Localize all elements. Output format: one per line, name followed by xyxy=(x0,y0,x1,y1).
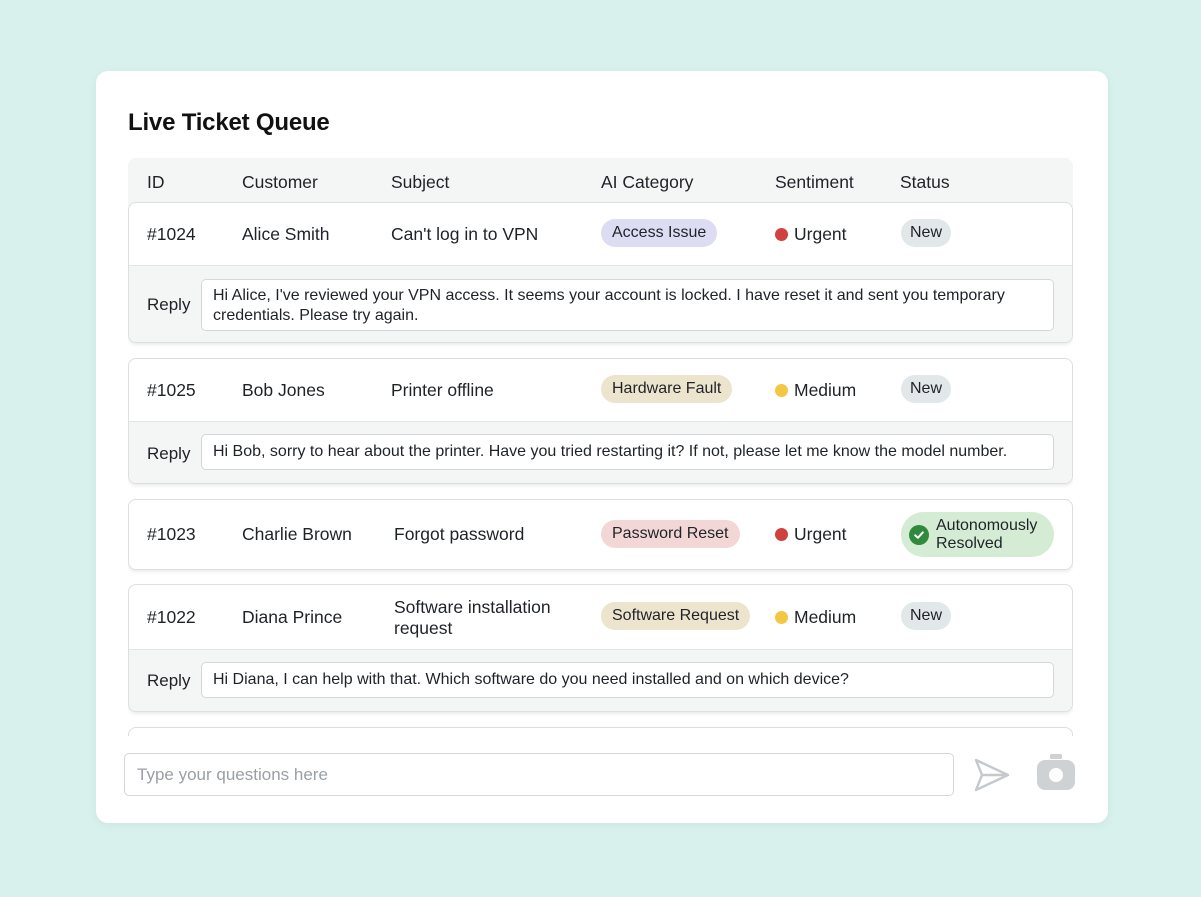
header-status: Status xyxy=(900,172,950,192)
status-badge: New xyxy=(901,219,952,247)
status-badge: New xyxy=(901,602,952,630)
reply-label: Reply xyxy=(147,444,191,463)
header-customer: Customer xyxy=(242,172,318,192)
sentiment-indicator: Medium xyxy=(775,607,856,628)
reply-field[interactable]: Hi Diana, I can help with that. Which so… xyxy=(201,662,1054,698)
send-icon xyxy=(974,758,1010,792)
sentiment-indicator: Urgent xyxy=(775,524,847,545)
sentiment-label: Urgent xyxy=(794,224,847,244)
table-row[interactable]: #1025 Bob Jones Printer offline Hardware… xyxy=(128,358,1073,484)
header-id: ID xyxy=(147,172,165,192)
ticket-subject: Software installation request xyxy=(394,597,551,638)
sentiment-label: Medium xyxy=(794,380,857,400)
table-row[interactable]: #1023 Charlie Brown Forgot password Pass… xyxy=(128,499,1073,570)
ticket-queue-card: Live Ticket Queue ID Customer Subject AI… xyxy=(96,71,1108,823)
table-row[interactable] xyxy=(128,727,1073,736)
ticket-subject: Can't log in to VPN xyxy=(391,224,539,244)
sentiment-label: Medium xyxy=(794,607,857,627)
ticket-customer: Alice Smith xyxy=(242,224,330,244)
send-button[interactable] xyxy=(972,755,1012,795)
sentiment-dot xyxy=(775,228,788,241)
ticket-id: #1024 xyxy=(147,224,196,244)
table-row[interactable]: #1024 Alice Smith Can't log in to VPN Ac… xyxy=(128,202,1073,343)
page-title: Live Ticket Queue xyxy=(128,109,330,136)
ticket-subject: Forgot password xyxy=(394,524,525,544)
ticket-table: ID Customer Subject AI Category Sentimen… xyxy=(128,158,1073,736)
ticket-id: #1025 xyxy=(147,380,196,400)
header-subject: Subject xyxy=(391,172,450,192)
status-badge: New xyxy=(901,375,952,403)
reply-field[interactable]: Hi Bob, sorry to hear about the printer.… xyxy=(201,434,1054,470)
reply-row: Reply Hi Alice, I've reviewed your VPN a… xyxy=(129,265,1072,342)
sentiment-dot xyxy=(775,384,788,397)
header-sentiment: Sentiment xyxy=(775,172,854,192)
question-input[interactable] xyxy=(124,753,954,796)
reply-row: Reply Hi Bob, sorry to hear about the pr… xyxy=(129,421,1072,483)
sentiment-indicator: Urgent xyxy=(775,224,847,245)
camera-button[interactable] xyxy=(1034,751,1078,795)
category-badge: Hardware Fault xyxy=(601,375,733,403)
reply-field[interactable]: Hi Alice, I've reviewed your VPN access.… xyxy=(201,279,1054,331)
status-badge-resolved: Autonomously Resolved xyxy=(901,512,1054,557)
sentiment-indicator: Medium xyxy=(775,380,856,401)
category-badge: Access Issue xyxy=(601,219,718,247)
check-circle-icon xyxy=(909,524,929,545)
status-label: Autonomously Resolved xyxy=(936,516,1038,552)
ticket-customer: Charlie Brown xyxy=(242,524,352,544)
ticket-subject: Printer offline xyxy=(391,380,494,400)
sentiment-dot xyxy=(775,611,788,624)
camera-icon xyxy=(1037,754,1075,790)
table-row[interactable]: #1022 Diana Prince Software installation… xyxy=(128,584,1073,712)
category-badge: Password Reset xyxy=(601,520,740,548)
category-badge: Software Request xyxy=(601,602,751,630)
sentiment-dot xyxy=(775,528,788,541)
ticket-id: #1022 xyxy=(147,607,196,627)
header-ai-category: AI Category xyxy=(601,172,694,192)
ticket-customer: Diana Prince xyxy=(242,607,343,627)
table-header: ID Customer Subject AI Category Sentimen… xyxy=(128,158,1073,206)
ticket-customer: Bob Jones xyxy=(242,380,325,400)
reply-label: Reply xyxy=(147,295,191,314)
sentiment-label: Urgent xyxy=(794,524,847,544)
reply-label: Reply xyxy=(147,671,191,690)
ticket-id: #1023 xyxy=(147,524,196,544)
reply-row: Reply Hi Diana, I can help with that. Wh… xyxy=(129,649,1072,711)
